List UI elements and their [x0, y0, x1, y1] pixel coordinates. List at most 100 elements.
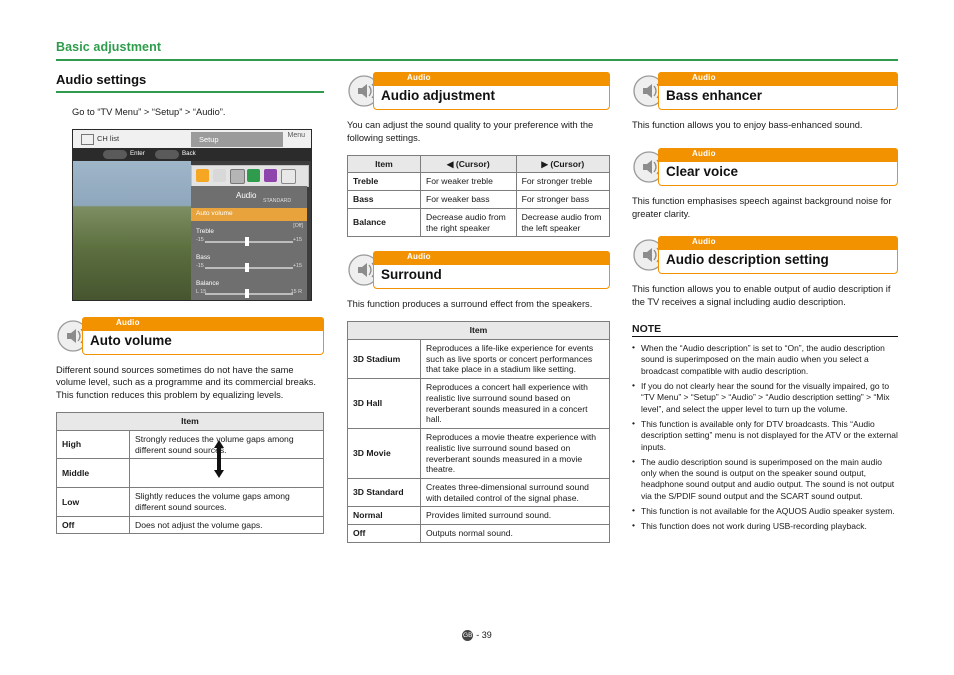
- audio-icon[interactable]: [230, 168, 245, 184]
- auto-volume-table-header: Item: [56, 412, 324, 431]
- column-left: Audio settings Go to “TV Menu” > “Setup”…: [56, 72, 324, 535]
- table-row: Normal Provides limited surround sound.: [347, 506, 610, 526]
- tv-balance-slider[interactable]: Balance L 15 15 R: [191, 280, 307, 304]
- auto-volume-table: Item High Strongly reduces the volume ga…: [56, 412, 324, 535]
- tv-chlist-label: CH list: [97, 133, 120, 143]
- up-down-arrow-icon: [212, 440, 226, 483]
- list-item: This function is not available for the A…: [632, 505, 898, 517]
- row-right: For stronger bass: [515, 190, 611, 209]
- banner-title: Clear voice: [666, 163, 739, 179]
- tv-treble-max: +15: [292, 236, 302, 243]
- tv-top-bar: CH list Setup: [73, 129, 311, 149]
- bass-track: [205, 266, 293, 269]
- table-row: Bass For weaker bass For stronger bass: [347, 190, 611, 209]
- list-item: The audio description sound is superimpo…: [632, 456, 898, 502]
- tv-treble-label: Treble: [196, 227, 214, 235]
- wrench-icon[interactable]: [196, 168, 209, 182]
- list-item: When the “Audio description” is set to “…: [632, 342, 898, 377]
- tv-back-label: Back: [182, 150, 196, 158]
- back-pill: [155, 149, 179, 159]
- gear-icon[interactable]: [281, 168, 296, 184]
- table-row: 3D Standard Creates three-dimensional su…: [347, 477, 610, 508]
- row-key: 3D Standard: [347, 477, 421, 508]
- table-row: 3D Hall Reproduces a concert hall experi…: [347, 378, 610, 430]
- row-key: Bass: [347, 190, 421, 209]
- table-row: 3D Stadium Reproduces a life-like experi…: [347, 338, 610, 380]
- row-value: Creates three-dimensional surround sound…: [420, 477, 610, 508]
- tv-enter-label: Enter: [130, 150, 145, 158]
- flower-icon[interactable]: [264, 168, 277, 182]
- tv-menu-screenshot: CH list Setup Menu Enter Back Audio STAN…: [72, 128, 312, 301]
- tv-button-hint-row: Enter Back: [73, 147, 311, 161]
- banner-audio-adjustment: Audio Audio adjustment: [347, 72, 610, 110]
- banner-category-strip: Audio: [658, 236, 898, 251]
- tv-bass-min: -15: [196, 262, 204, 269]
- row-key: Off: [347, 524, 421, 543]
- table-row: 3D Movie Reproduces a movie theatre expe…: [347, 428, 610, 479]
- row-left: For weaker bass: [420, 190, 517, 209]
- header-title: Basic adjustment: [56, 40, 162, 54]
- surround-table-header: Item: [347, 321, 610, 340]
- tv-auto-volume-label: Auto volume: [196, 210, 233, 218]
- note-heading: NOTE: [632, 323, 898, 338]
- banner-category-label: Audio: [407, 73, 431, 82]
- auto-volume-body: Different sound sources sometimes do not…: [56, 364, 316, 401]
- banner-audio-description: Audio Audio description setting: [632, 236, 898, 275]
- note-list: When the “Audio description” is set to “…: [632, 342, 898, 532]
- table-row: High Strongly reduces the volume gaps am…: [56, 429, 324, 460]
- tv-menu-icon-row: [191, 164, 309, 187]
- page-number: - 39: [476, 630, 492, 640]
- row-value: Slightly reduces the volume gaps among d…: [129, 487, 324, 517]
- audio-settings-intro: Go to “TV Menu” > “Setup” > “Audio”.: [72, 107, 226, 117]
- audio-adjustment-table: Item ◀ (Cursor) ▶ (Cursor) Treble For we…: [347, 154, 611, 238]
- enter-pill: [103, 149, 127, 159]
- row-key: 3D Stadium: [347, 338, 421, 380]
- tv-bass-slider[interactable]: Bass -15 +15: [191, 254, 307, 278]
- row-value: Reproduces a concert hall experience wit…: [420, 378, 610, 430]
- row-left: Decrease audio from the right speaker: [420, 207, 517, 238]
- banner-bass-enhancer: Audio Bass enhancer: [632, 72, 898, 110]
- row-key: 3D Hall: [347, 378, 421, 430]
- row-value: Provides limited surround sound.: [420, 506, 610, 526]
- row-value: Outputs normal sound.: [420, 524, 610, 543]
- surround-table: Item 3D Stadium Reproduces a life-like e…: [347, 321, 610, 543]
- banner-title: Surround: [381, 267, 442, 283]
- tv-audio-label: Audio: [236, 190, 257, 200]
- tv-audio-heading: Audio STANDARD: [191, 186, 307, 206]
- column-middle: Audio Audio adjustment You can adjust th…: [347, 72, 611, 543]
- tv-audio-panel: Audio STANDARD Auto volume [Off] Treble …: [191, 185, 307, 300]
- tv-auto-volume-row[interactable]: Auto volume: [191, 207, 307, 221]
- col-header-right-cursor: ▶ (Cursor): [515, 154, 611, 174]
- header-rule: [56, 59, 898, 61]
- audio-description-body: This function allows you to enable outpu…: [632, 284, 891, 308]
- banner-title: Auto volume: [90, 332, 172, 348]
- balance-knob[interactable]: [245, 288, 249, 298]
- treble-knob[interactable]: [245, 236, 249, 246]
- banner-category-strip: Audio: [373, 72, 610, 86]
- table-row: Middle: [56, 458, 324, 489]
- table-row: Off Does not adjust the volume gaps.: [56, 515, 324, 535]
- bass-enhancer-body: This function allows you to enjoy bass-e…: [632, 120, 863, 130]
- bass-knob[interactable]: [245, 262, 249, 272]
- row-key: Normal: [347, 506, 421, 526]
- eco-icon[interactable]: [247, 168, 260, 182]
- tv-standard-label: STANDARD: [263, 197, 292, 204]
- banner-category-strip: Audio: [373, 251, 610, 266]
- tv-treble-slider[interactable]: Treble -15 +15: [191, 228, 307, 252]
- list-item: If you do not clearly hear the sound for…: [632, 380, 898, 415]
- banner-title: Audio adjustment: [381, 88, 495, 103]
- banner-category-label: Audio: [407, 252, 431, 262]
- banner-category-strip: Audio: [82, 316, 324, 331]
- tv-setup-tab[interactable]: Setup: [191, 131, 283, 147]
- row-key: Balance: [347, 207, 421, 238]
- chlist-icon: [81, 134, 94, 146]
- row-left: For weaker treble: [420, 172, 517, 192]
- banner-title: Bass enhancer: [666, 88, 763, 103]
- row-value: Reproduces a life-like experience for ev…: [420, 338, 610, 380]
- page-header: Basic adjustment: [56, 40, 898, 61]
- page-footer: GB - 39: [0, 630, 954, 642]
- picture-icon[interactable]: [213, 168, 226, 182]
- banner-category-label: Audio: [692, 148, 716, 158]
- column-right: Audio Bass enhancer This function allows…: [632, 72, 898, 537]
- row-key: Treble: [347, 172, 421, 192]
